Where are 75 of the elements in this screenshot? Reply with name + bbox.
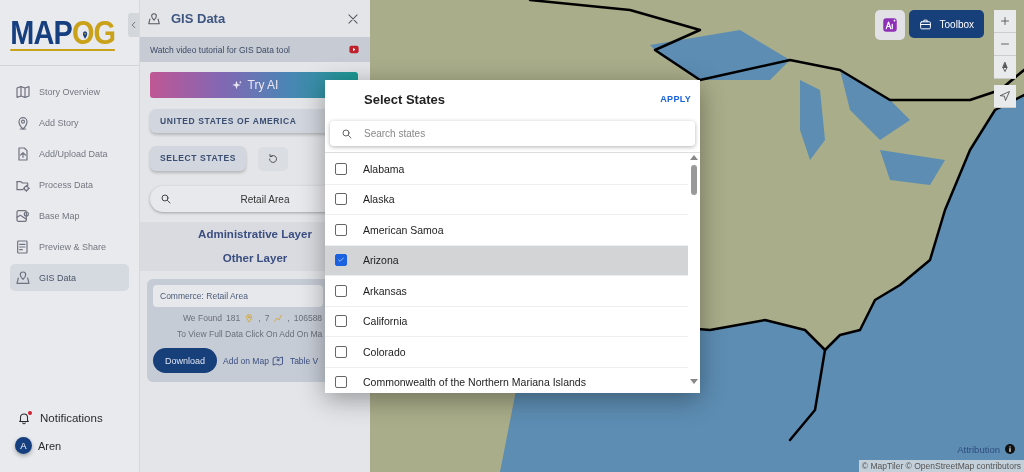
count-value: 7 (264, 313, 270, 323)
count-value: 181 (226, 313, 241, 323)
sidebar-item[interactable]: Add Story (10, 109, 129, 136)
reset-icon (267, 152, 279, 165)
sidebar-item[interactable]: Add/Upload Data (10, 140, 129, 167)
checkbox[interactable] (335, 315, 347, 328)
separator-text: , (287, 313, 290, 323)
user-name: Aren (38, 439, 62, 452)
map-icon (271, 354, 284, 367)
state-item[interactable]: American Samoa (325, 215, 688, 246)
file-upload-icon (15, 145, 31, 162)
state-item[interactable]: Commonwealth of the Northern Mariana Islands (325, 367, 688, 393)
checkbox[interactable] (335, 376, 347, 389)
map-layers-icon (15, 207, 31, 224)
tutorial-bar[interactable]: Watch video tutorial for GIS Data tool (140, 37, 370, 62)
toolbox-icon (918, 17, 932, 31)
ai-button[interactable] (874, 10, 905, 40)
layer-heading[interactable]: Other Layer (222, 252, 288, 264)
search-field[interactable]: Search states (330, 121, 695, 146)
found-label: We Found (183, 313, 223, 323)
checkbox[interactable] (335, 162, 347, 175)
checkbox[interactable] (335, 345, 347, 358)
check-icon (337, 256, 345, 265)
map-icon (15, 83, 31, 100)
search-icon (160, 193, 172, 205)
compass-icon (999, 61, 1011, 73)
separator-text: , (258, 313, 261, 323)
info-icon[interactable] (1004, 443, 1016, 455)
apply-button[interactable]: APPLY (660, 94, 691, 104)
logo: MAPOG (10, 14, 115, 51)
sidebar-item[interactable]: Story Overview (10, 78, 129, 105)
state-item[interactable]: Alaska (325, 184, 688, 215)
checkbox[interactable] (335, 193, 347, 206)
copyright-text: © MapTiler © OpenStreetMap contributors (858, 460, 1024, 472)
layer-heading[interactable]: Administrative Layer (198, 228, 312, 240)
download-button[interactable]: Download (153, 348, 218, 373)
state-item[interactable]: Colorado (325, 337, 688, 368)
checkbox[interactable] (335, 284, 347, 297)
lake-shape (880, 150, 945, 185)
panel-title: GIS Data (171, 11, 227, 26)
sidebar-item[interactable]: Preview & Share (10, 233, 129, 260)
bell-icon (17, 411, 31, 425)
checkbox[interactable] (335, 254, 347, 267)
toolbox-button[interactable]: Toolbox (908, 10, 984, 38)
map-pin-icon (15, 269, 31, 286)
location-pin-icon (15, 114, 31, 131)
sidebar-item[interactable]: GIS Data (10, 264, 129, 291)
select-states-button[interactable]: SELECT STATES (150, 146, 246, 171)
compass-button[interactable] (994, 56, 1016, 79)
map-pin-icon (147, 11, 161, 26)
point-icon (244, 313, 255, 323)
notifications-item[interactable]: Notifications (0, 405, 139, 431)
navigation-arrow-icon (999, 90, 1011, 102)
state-item[interactable]: California (325, 306, 688, 337)
sidebar-item[interactable]: Process Data (10, 171, 129, 198)
user-avatar[interactable]: A (15, 437, 32, 454)
modal-title: Select States (364, 91, 445, 107)
sidebar-item[interactable]: Base Map (10, 202, 129, 229)
hint-text: To View Full Data Click On Add On Ma (176, 329, 323, 339)
table-view-link[interactable]: Table V (289, 355, 319, 366)
count-value: 106588 (293, 313, 323, 323)
state-item[interactable]: Arkansas (325, 276, 688, 307)
video-icon[interactable] (348, 44, 360, 55)
close-icon[interactable] (346, 11, 360, 26)
plus-icon (999, 15, 1011, 27)
document-list-icon (15, 238, 31, 255)
line-icon (273, 313, 284, 323)
add-on-map-link[interactable]: Add on Map (223, 354, 284, 367)
locate-button[interactable] (994, 85, 1016, 108)
result-title: Commerce: Retail Area (153, 285, 323, 307)
lake-shape (840, 70, 910, 140)
ai-icon (880, 16, 899, 34)
state-item[interactable]: Alabama (325, 154, 688, 185)
state-item[interactable]: Arizona (325, 245, 688, 276)
checkbox[interactable] (335, 223, 347, 236)
